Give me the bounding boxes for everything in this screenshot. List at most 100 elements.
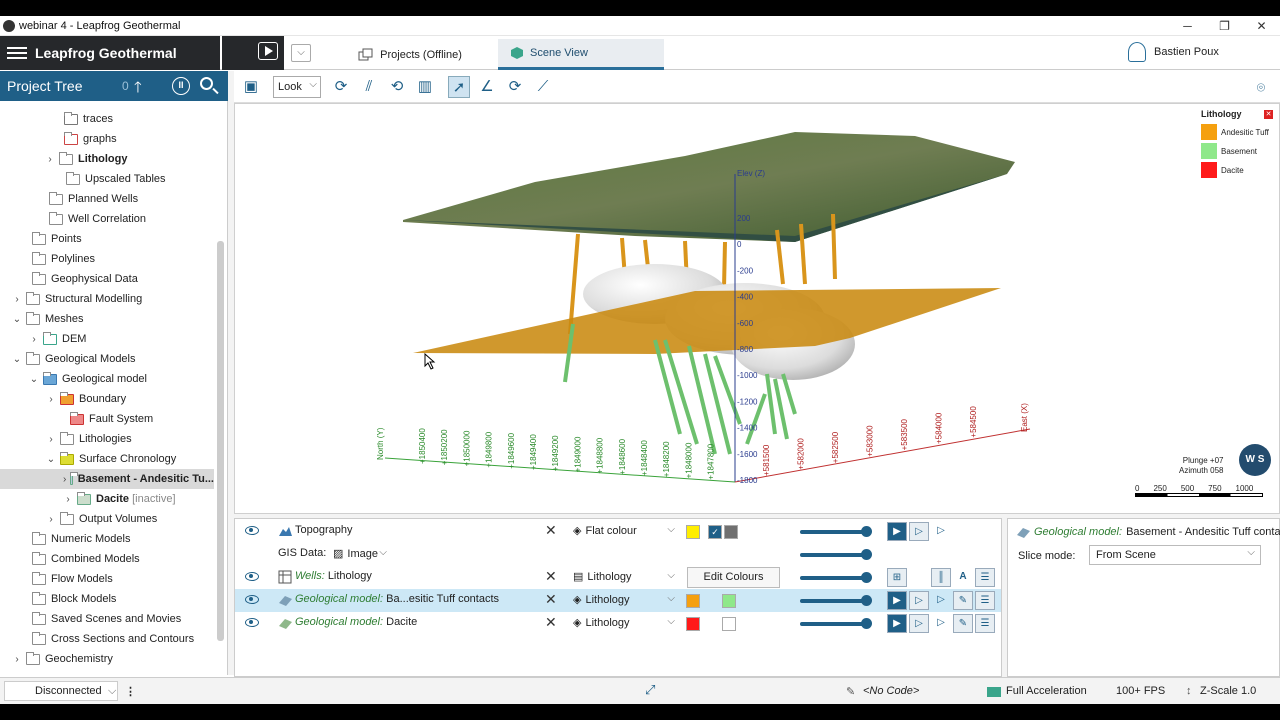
tree-item-lithologies[interactable]: › Lithologies	[0, 429, 214, 449]
opacity-slider[interactable]	[800, 618, 872, 629]
rotate-icon[interactable]: ⟳	[330, 76, 352, 98]
minimize-button[interactable]: ─	[1169, 16, 1206, 36]
arrow-up-icon[interactable]: 🡑	[134, 77, 142, 102]
color-swatch[interactable]	[686, 594, 700, 608]
color-swatch[interactable]	[686, 525, 700, 539]
display-mode-dropdown[interactable]: ◈ Flat colour ⌵	[573, 524, 675, 537]
tab-scene-view[interactable]: Scene View	[498, 39, 664, 70]
pause-icon[interactable]: II	[172, 77, 190, 95]
rotate-plane-icon[interactable]: ⟳	[504, 76, 526, 98]
tree-item-basement-andesitic-tuff[interactable]: › Basement - Andesitic Tu...	[0, 469, 214, 489]
tree-item-combined-models[interactable]: Combined Models	[0, 549, 214, 569]
color-swatch[interactable]	[724, 525, 738, 539]
tree-item-planned-wells[interactable]: Planned Wells	[0, 189, 214, 209]
tree-item-output-volumes[interactable]: › Output Volumes	[0, 509, 214, 529]
more-options-icon[interactable]: ⋮	[125, 685, 136, 698]
color-swatch[interactable]	[722, 594, 736, 608]
play-icon[interactable]: ▶	[887, 614, 907, 633]
column-icon[interactable]: ║	[931, 568, 951, 587]
opacity-slider[interactable]	[800, 572, 872, 583]
close-window-button[interactable]: ✕	[1243, 16, 1280, 36]
play-icon[interactable]: ▶	[887, 522, 907, 541]
tree-item-block-models[interactable]: Block Models	[0, 589, 214, 609]
maximize-button[interactable]: ❐	[1206, 16, 1243, 36]
eye-icon[interactable]	[245, 618, 259, 627]
scene-3d[interactable]: Elev (Z) 200 0 -200 -400 -600 -800 -1000 -1200 -…	[235, 104, 1279, 513]
search-icon[interactable]	[200, 77, 213, 90]
list-icon[interactable]: ☰	[975, 591, 995, 610]
tree-item-geophysical-data[interactable]: Geophysical Data	[0, 269, 214, 289]
orientation-globe-logo[interactable]: W S	[1239, 444, 1271, 476]
tree-item-dem[interactable]: › DEM	[0, 329, 214, 349]
shape-row-wells[interactable]: Wells: Lithology ✕ ▤ Lithology ⌵ Edit Colo…	[235, 566, 1001, 589]
tree-item-points[interactable]: Points	[0, 229, 214, 249]
next-icon[interactable]: ▷	[931, 614, 951, 633]
clear-scene-icon[interactable]: ▣	[240, 76, 262, 98]
user-menu[interactable]: Bastien Poux	[1128, 42, 1219, 62]
chevron-right-icon[interactable]: ›	[46, 514, 56, 525]
menu-icon[interactable]	[7, 47, 27, 59]
list-icon[interactable]: ☰	[975, 568, 995, 587]
select-pointer-icon[interactable]: ➚	[448, 76, 470, 98]
tree-item-boundary[interactable]: › Boundary	[0, 389, 214, 409]
chevron-right-icon[interactable]: ›	[12, 294, 22, 305]
chevron-right-icon[interactable]: ›	[29, 334, 39, 345]
opacity-slider[interactable]	[800, 595, 872, 606]
tree-item-surface-chronology[interactable]: ⌄ Surface Chronology	[0, 449, 214, 469]
list-icon[interactable]: ☰	[975, 614, 995, 633]
play-icon[interactable]	[258, 42, 278, 60]
tree-item-geological-models[interactable]: ⌄ Geological Models	[0, 349, 214, 369]
tree-item-fault-system[interactable]: Fault System	[0, 409, 214, 429]
chevron-right-icon[interactable]: ›	[63, 494, 73, 505]
color-swatch[interactable]	[722, 617, 736, 631]
tree-item-well-correlation[interactable]: Well Correlation	[0, 209, 214, 229]
tree-item-geochemistry[interactable]: › Geochemistry	[0, 649, 214, 669]
code-status[interactable]: <No Code>	[863, 685, 919, 697]
axes-icon[interactable]: ⤢	[645, 682, 655, 698]
slice-icon[interactable]: ⫽	[358, 76, 380, 98]
remove-icon[interactable]: ✕	[545, 614, 557, 631]
tree-item-cross-sections[interactable]: Cross Sections and Contours	[0, 629, 214, 649]
shape-row-dacite[interactable]: Geological model: Dacite ✕ ◈ Lithology ⌵ ▶…	[235, 612, 1001, 635]
chevron-down-icon[interactable]: ⌄	[12, 314, 22, 325]
tree-item-polylines[interactable]: Polylines	[0, 249, 214, 269]
step-icon[interactable]: ▷	[909, 522, 929, 541]
tree-item-lithology[interactable]: › Lithology	[0, 149, 214, 169]
display-mode-dropdown[interactable]: ◈ Lithology ⌵	[573, 616, 675, 629]
chevron-right-icon[interactable]: ›	[63, 474, 66, 485]
draw-plane-icon[interactable]: ∠	[476, 76, 498, 98]
chevron-right-icon[interactable]: ›	[45, 154, 55, 165]
tree-item-numeric-models[interactable]: Numeric Models	[0, 529, 214, 549]
move-plane-icon[interactable]: ⟲	[386, 76, 408, 98]
eye-icon[interactable]	[245, 595, 259, 604]
slice-mode-dropdown[interactable]: From Scene	[1089, 544, 1261, 565]
tree-item-structural-modelling[interactable]: › Structural Modelling	[0, 289, 214, 309]
play-icon[interactable]: ▶	[887, 591, 907, 610]
edit-surface-icon[interactable]: ✎	[953, 591, 973, 610]
next-icon[interactable]: ▷	[931, 522, 951, 541]
chevron-right-icon[interactable]: ›	[12, 654, 22, 665]
checkbox[interactable]: ✓	[708, 525, 722, 539]
shape-row-andesitic-tuff-contacts[interactable]: Geological model: Ba...esitic Tuff conta…	[235, 589, 1001, 612]
chevron-down-icon[interactable]: ⌄	[29, 374, 39, 385]
well-style-icon[interactable]: ⊞	[887, 568, 907, 587]
chevron-down-icon[interactable]: ⌄	[46, 454, 56, 465]
display-mode-dropdown[interactable]: ◈ Lithology ⌵	[573, 593, 675, 606]
scene-viewport[interactable]: Elev (Z) 200 0 -200 -400 -600 -800 -1000 -1200 -…	[234, 103, 1280, 514]
remove-icon[interactable]: ✕	[545, 568, 557, 585]
opacity-slider[interactable]	[800, 526, 872, 537]
chevron-right-icon[interactable]: ›	[46, 394, 56, 405]
tree-scrollbar[interactable]	[217, 241, 224, 641]
gis-mode-dropdown[interactable]: ▨ Image ⌵	[333, 547, 435, 560]
tree-item-traces[interactable]: traces	[0, 109, 214, 129]
chevron-down-icon[interactable]: ⌄	[12, 354, 22, 365]
ruler-icon[interactable]: ⟋	[532, 76, 554, 98]
color-swatch[interactable]	[686, 617, 700, 631]
eye-icon[interactable]	[245, 572, 259, 581]
chevron-down-icon[interactable]: ⌵	[108, 685, 116, 698]
chevron-right-icon[interactable]: ›	[46, 434, 56, 445]
legend-close-icon[interactable]: ✕	[1264, 110, 1273, 119]
edit-surface-icon[interactable]: ✎	[953, 614, 973, 633]
opacity-slider[interactable]	[800, 549, 872, 560]
tree-item-graphs[interactable]: graphs	[0, 129, 214, 149]
